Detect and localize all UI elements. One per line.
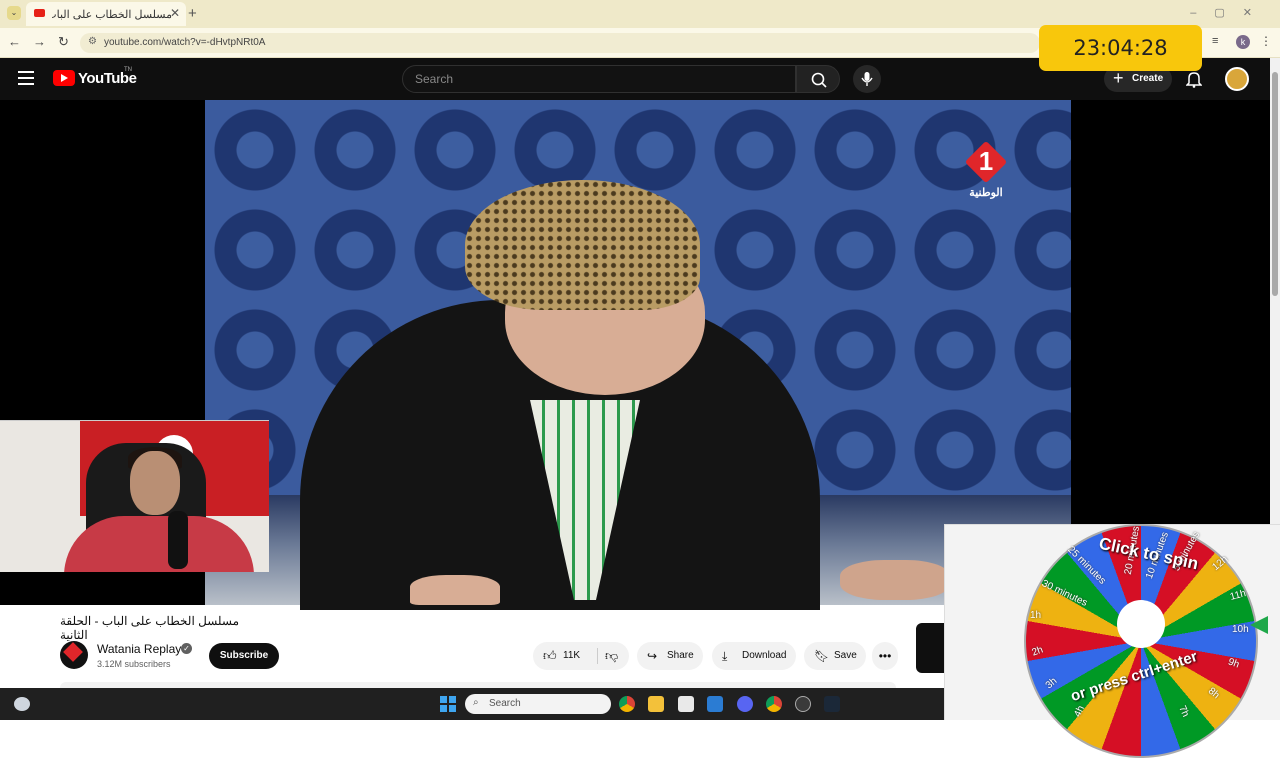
close-tab-icon[interactable]: ✕ (170, 6, 180, 20)
scrollbar-thumb[interactable] (1272, 72, 1278, 296)
bell-icon (1185, 72, 1203, 88)
country-code: TN (124, 67, 132, 73)
wheel-center[interactable] (1117, 600, 1165, 648)
new-tab-button[interactable]: + (188, 5, 197, 22)
save-button[interactable]: 🔖︎ Save (804, 642, 866, 670)
wheel-pointer-icon (1250, 616, 1268, 634)
search-icon (811, 72, 827, 88)
tab-search-button[interactable]: ⌄ (7, 6, 21, 20)
search-input[interactable]: Search (402, 65, 796, 93)
thumbs-up-icon[interactable]: 👍︎ (543, 642, 557, 670)
youtube-favicon-icon (34, 9, 45, 17)
verified-check-icon: ✓ (181, 643, 192, 654)
tv-channel-logo: 1 الوطنية (962, 140, 1010, 204)
url-text: youtube.com/watch?v=-dHvtpNRt0A (104, 37, 266, 48)
weather-icon[interactable] (14, 697, 30, 711)
microphone (168, 511, 188, 569)
subscriber-count: 3.12M subscribers (97, 659, 171, 669)
tab-title: مسلسل الخطاب على الباب - الحلقة الثانية (52, 9, 172, 21)
clock-overlay: 23:04:28 (1039, 25, 1202, 71)
like-divider (597, 648, 598, 664)
discord-icon[interactable] (737, 696, 753, 712)
tv-logo-number: 1 (978, 146, 994, 176)
address-bar[interactable]: ⚙ youtube.com/watch?v=-dHvtpNRt0A (80, 33, 1040, 53)
video-person-hand (410, 575, 500, 605)
search-button[interactable] (796, 65, 840, 93)
wheel-label: 1h (1030, 610, 1042, 621)
save-label: Save (834, 650, 857, 661)
bookmark-icon: 🔖︎ (814, 649, 830, 663)
download-button[interactable]: ⤓ Download (712, 642, 796, 670)
mail-icon[interactable] (707, 696, 723, 712)
microphone-icon (861, 72, 873, 86)
user-avatar[interactable] (1225, 67, 1249, 91)
extensions-icon[interactable]: ≡ (1212, 35, 1218, 47)
share-icon: ↪ (647, 649, 658, 663)
window-controls[interactable]: –▢✕ (1190, 6, 1270, 19)
download-icon: ⤓ (722, 649, 728, 663)
taskbar-search[interactable]: ⌕ Search (465, 694, 611, 714)
tv-logo-text: الوطنية (969, 187, 1003, 199)
browser-menu-icon[interactable]: ⋮ (1260, 34, 1272, 48)
menu-icon[interactable] (18, 71, 34, 85)
share-button[interactable]: ↪ Share (637, 642, 703, 670)
chrome-active-icon[interactable] (766, 696, 782, 712)
like-dislike-group: 👍︎ 11K 👎︎ (533, 642, 629, 670)
profile-avatar[interactable]: k (1236, 35, 1250, 49)
obs-icon[interactable] (795, 696, 811, 712)
chrome-icon[interactable] (619, 696, 635, 712)
channel-avatar[interactable] (60, 641, 88, 669)
youtube-logo-icon[interactable] (53, 70, 75, 86)
channel-logo-icon (63, 642, 83, 662)
thumbs-down-icon[interactable]: 👎︎ (605, 642, 618, 670)
recommendation-thumbnail[interactable] (916, 623, 946, 673)
video-person-hand (840, 560, 950, 600)
streamer-face (130, 451, 180, 515)
notifications-button[interactable] (1185, 70, 1203, 93)
search-icon: ⌕ (473, 697, 479, 708)
steam-icon[interactable] (824, 696, 840, 712)
windows-start-icon[interactable] (440, 696, 456, 712)
voice-search-button[interactable] (853, 65, 881, 93)
video-person-headscarf (465, 180, 700, 310)
subscribe-button[interactable]: Subscribe (209, 643, 279, 669)
webcam-overlay (0, 420, 269, 572)
file-explorer-icon[interactable] (648, 696, 664, 712)
more-actions-button[interactable]: ••• (872, 642, 898, 670)
navigation-buttons[interactable]: ←→↻ (8, 34, 81, 50)
channel-name[interactable]: Watania Replay (97, 642, 181, 656)
video-title: مسلسل الخطاب على الباب - الحلقة الثانية (60, 614, 240, 642)
taskbar-search-placeholder: Search (489, 698, 521, 709)
share-label: Share (667, 650, 694, 661)
browser-tab[interactable]: مسلسل الخطاب على الباب - الحلقة الثانية … (26, 2, 186, 26)
download-label: Download (742, 650, 787, 661)
site-info-icon[interactable]: ⚙ (88, 36, 97, 47)
like-count[interactable]: 11K (563, 642, 580, 670)
store-icon[interactable] (678, 696, 694, 712)
streamer-body (64, 516, 254, 572)
wheel-label: 10h (1232, 624, 1249, 635)
